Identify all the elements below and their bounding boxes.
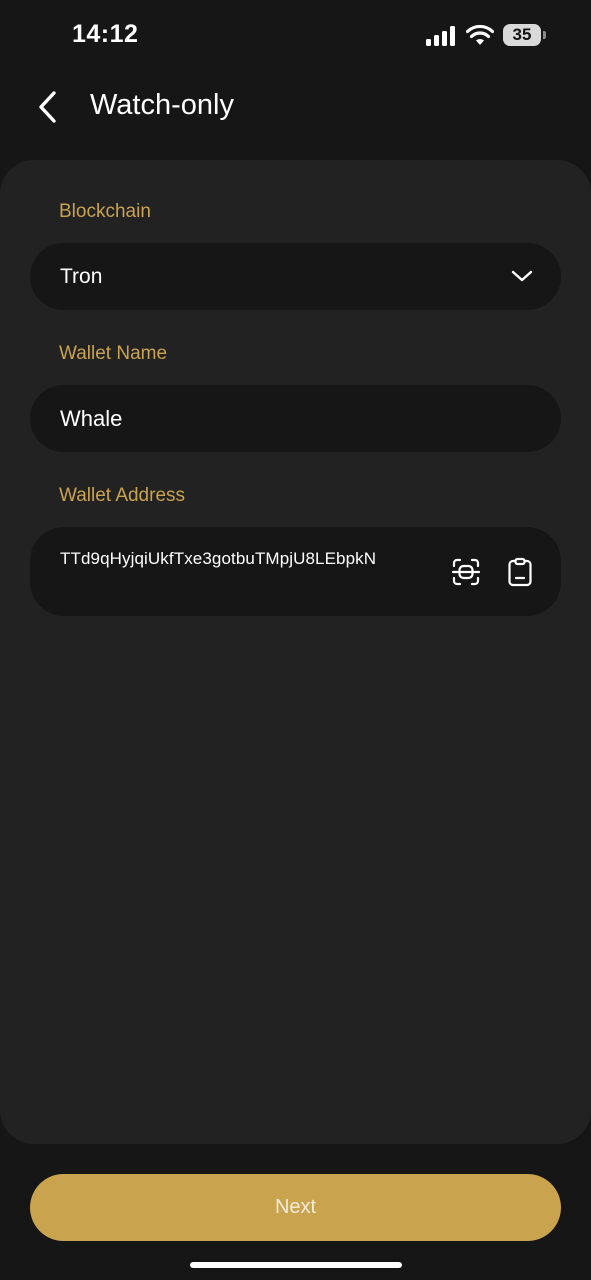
status-time: 14:12 [72,20,139,48]
wifi-icon [466,24,494,45]
wallet-address-value: TTd9qHyjqiUkfTxe3gotbuTMpjU8LEbpkN [60,549,377,568]
wallet-name-input[interactable]: Whale [30,385,561,452]
cellular-signal-icon [426,26,455,46]
back-button[interactable] [30,86,70,128]
page-title: Watch-only [90,89,234,121]
paste-icon[interactable] [505,557,535,587]
form-card: Blockchain Tron Wallet Name Whale Wallet… [0,160,591,1144]
home-indicator [190,1262,402,1268]
blockchain-select[interactable]: Tron [30,243,561,310]
blockchain-value: Tron [60,265,103,288]
chevron-down-icon [511,270,533,282]
next-button[interactable]: Next [30,1174,561,1241]
wallet-name-value: Whale [60,406,123,431]
wallet-address-input[interactable]: TTd9qHyjqiUkfTxe3gotbuTMpjU8LEbpkN [30,527,561,616]
battery-level: 35 [503,24,541,46]
battery-indicator: 35 [503,24,547,46]
status-bar: 14:12 35 [0,0,591,70]
chevron-left-icon [39,91,56,123]
blockchain-label: Blockchain [59,201,151,222]
wallet-address-label: Wallet Address [59,485,186,506]
wallet-name-label: Wallet Name [59,343,168,364]
scan-icon[interactable] [451,557,481,587]
battery-tip [543,31,546,39]
